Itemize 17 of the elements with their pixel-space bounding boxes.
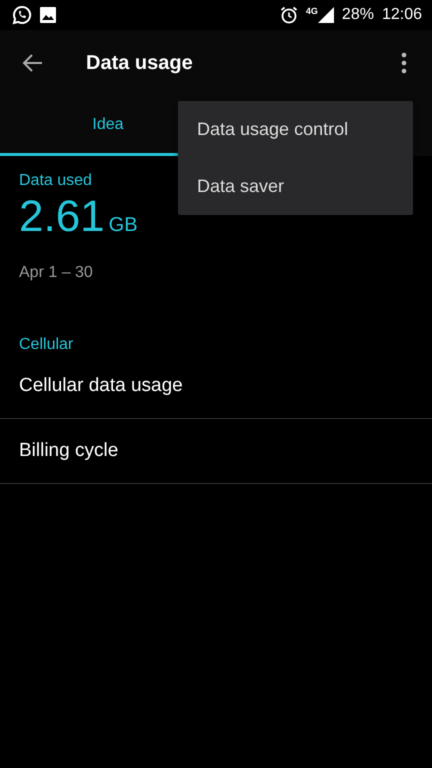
clock: 12:06 xyxy=(382,6,422,24)
data-unit: GB xyxy=(108,214,138,237)
data-amount: 2.61 xyxy=(19,192,105,242)
billing-period: Apr 1 – 30 xyxy=(19,264,93,282)
battery-level: 28% xyxy=(342,6,374,24)
more-options-button[interactable] xyxy=(400,51,408,75)
menu-item[interactable]: Data saver xyxy=(178,158,413,215)
data-used-label: Data used xyxy=(19,172,92,190)
signal-icon xyxy=(318,7,334,23)
image-icon xyxy=(40,7,56,23)
settings-item[interactable]: Billing cycle xyxy=(0,419,432,484)
alarm-icon xyxy=(280,6,298,24)
settings-item[interactable]: Cellular data usage xyxy=(0,354,432,419)
section-header: Cellular xyxy=(18,336,74,354)
network-type: 4G xyxy=(306,6,318,16)
chat-icon xyxy=(12,5,32,25)
screen-title: Data usage xyxy=(86,52,193,74)
